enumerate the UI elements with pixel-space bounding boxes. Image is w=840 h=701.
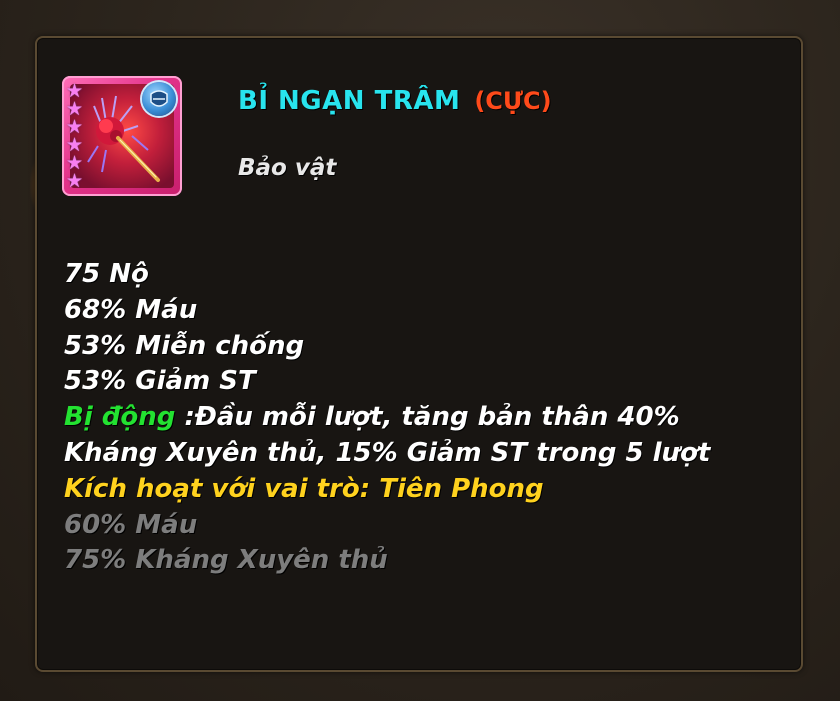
item-title-row: BỈ NGẠN TRÂM (CỰC): [238, 86, 552, 116]
activation-bonus: 60% Máu: [64, 509, 198, 540]
passive-line-2: Kháng Xuyên thủ, 15% Giảm ST trong 5 lượ…: [64, 437, 711, 468]
item-stats: 75 Nộ 68% Máu 53% Miễn chống 53% Giảm ST…: [64, 257, 784, 579]
passive-line: Bị động :Đầu mỗi lượt, tăng bản thân 40%: [64, 400, 784, 436]
item-type: Bảo vật: [238, 155, 337, 181]
stat-line: 53% Giảm ST: [64, 366, 256, 397]
stat-line: 53% Miễn chống: [64, 330, 305, 361]
item-name: BỈ NGẠN TRÂM: [238, 86, 461, 116]
activation-header: Kích hoạt với vai trò: Tiên Phong: [64, 473, 544, 504]
item-rarity: (CỰC): [474, 87, 552, 115]
star-icon: ★: [66, 170, 84, 192]
stat-line: 75 Nộ: [64, 259, 149, 289]
passive-label: Bị động: [64, 402, 176, 433]
stat-line: 68% Máu: [64, 294, 198, 325]
passive-text: :Đầu mỗi lượt, tăng bản thân 40%: [175, 402, 680, 433]
activation-bonus: 75% Kháng Xuyên thủ: [64, 545, 388, 576]
item-icon-frame[interactable]: ★ ★ ★ ★ ★ ★: [62, 76, 182, 196]
star-rating: ★ ★ ★ ★ ★ ★: [66, 82, 88, 192]
shield-helmet-icon: [142, 82, 176, 116]
